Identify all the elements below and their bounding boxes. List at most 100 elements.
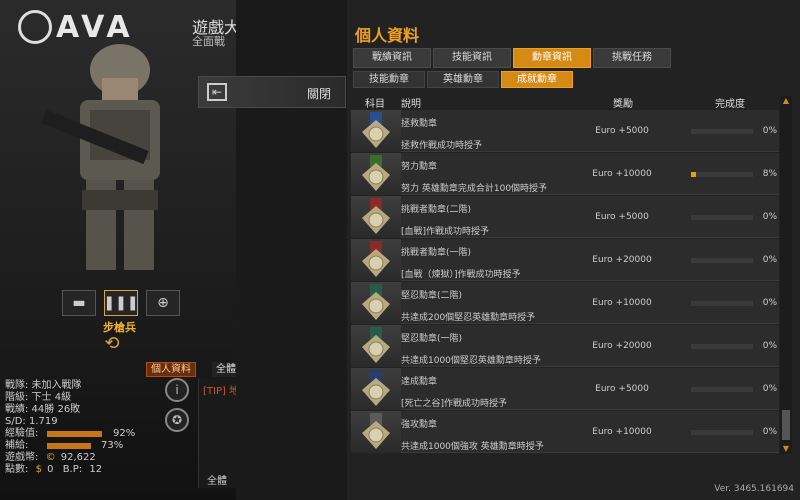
stat-money: 遊戲幣: © 92,622 <box>5 452 195 464</box>
supply-label: 補給: <box>5 440 29 451</box>
medal-row[interactable]: 達成勳章 [死亡之谷]作戰成功時授予 Euro +5000 0% <box>351 368 779 410</box>
side-icons: i ✪ <box>165 378 193 438</box>
scroll-up-icon[interactable]: ▲ <box>780 96 792 106</box>
medal-row[interactable]: 努力勳章 努力 英雄勳章完成合計100個時授予 Euro +10000 8% <box>351 153 779 195</box>
tab-profile[interactable]: 個人資料 <box>146 362 196 377</box>
medal-progress-bar <box>691 129 753 134</box>
subtab-skill-medals[interactable]: 技能勳章 <box>353 71 425 88</box>
medal-desc: 努力 英雄勳章完成合計100個時授予 <box>401 184 548 194</box>
header-progress: 完成度 <box>715 99 745 110</box>
version-label: Ver. 3465.161694 <box>714 484 794 494</box>
medal-desc: 共達成1000個強攻 英雄勳章時授予 <box>401 442 544 452</box>
exp-pct: 92% <box>113 428 136 439</box>
medal-icon[interactable]: ✪ <box>165 408 189 432</box>
stat-points: 點數: $ 0 B.P: 12 <box>5 464 195 476</box>
exit-icon: ⇤ <box>207 83 227 101</box>
medal-name: 強攻勳章 <box>401 420 438 430</box>
medal-image <box>351 196 401 238</box>
medal-reward: Euro +5000 <box>595 212 649 222</box>
crosshair-slot-icon[interactable]: ⊕ <box>146 290 180 316</box>
medal-desc: [血戰（煉獄）]作戰成功時授予 <box>401 270 521 280</box>
medal-reward: Euro +20000 <box>592 255 652 265</box>
medal-row[interactable]: 挑戰者勳章(一階) [血戰（煉獄）]作戰成功時授予 Euro +20000 0% <box>351 239 779 281</box>
medal-progress-fill <box>691 172 696 177</box>
tab-all[interactable]: 全體 <box>212 362 236 377</box>
pistol-slot-icon[interactable]: ▬ <box>62 290 96 316</box>
subtab-hero-medals[interactable]: 英雄勳章 <box>427 71 499 88</box>
scroll-down-icon[interactable]: ▼ <box>780 444 792 454</box>
medal-reward: Euro +20000 <box>592 341 652 351</box>
tip-all-button[interactable]: 全體 <box>207 472 227 487</box>
medal-reward: Euro +5000 <box>595 126 649 136</box>
medal-image <box>351 239 401 281</box>
tab-medals[interactable]: 勳章資訊 <box>513 48 591 68</box>
medal-reward: Euro +10000 <box>592 298 652 308</box>
game-lobby-area: AVA 遊戲大 全面戰 ▬ ❚❚❚ ⊕ 步槍兵 ⟲ 個人資料 全體 戰隊: 未加… <box>0 0 236 500</box>
bp-label: B.P: <box>62 464 83 475</box>
medal-progress-pct: 0% <box>762 341 777 351</box>
stat-supply: 補給: 73% <box>5 440 195 452</box>
medal-image <box>351 110 401 152</box>
medal-progress-bar <box>691 215 753 220</box>
header-item: 科目 <box>365 99 385 110</box>
medal-desc: [死亡之谷]作戰成功時授予 <box>401 399 508 409</box>
medal-progress-pct: 0% <box>762 126 777 136</box>
medal-progress-pct: 0% <box>762 427 777 437</box>
medal-image <box>351 282 401 324</box>
medal-name: 堅忍勳章(二階) <box>401 291 463 301</box>
tab-skills[interactable]: 技能資訊 <box>433 48 511 68</box>
medal-progress-bar <box>691 430 753 435</box>
medal-image <box>351 153 401 195</box>
scrollbar[interactable]: ▲ ▼ <box>780 96 792 454</box>
profile-panel: 個人資料 戰績資訊 技能資訊 勳章資訊 挑戰任務 技能勳章 英雄勳章 成就勳章 … <box>347 0 800 500</box>
medal-name: 挑戰者勳章(一階) <box>401 248 472 258</box>
coin-icon: © <box>45 452 56 463</box>
medal-name: 挑戰者勳章(二階) <box>401 205 472 215</box>
medal-progress-pct: 0% <box>762 255 777 265</box>
medal-icon <box>362 370 390 406</box>
medal-reward: Euro +10000 <box>592 427 652 437</box>
medal-reward: Euro +10000 <box>592 169 652 179</box>
points-icon: $ <box>35 464 42 475</box>
medal-row[interactable]: 挑戰者勳章(二階) [血戰]作戰成功時授予 Euro +5000 0% <box>351 196 779 238</box>
tab-record[interactable]: 戰績資訊 <box>353 48 431 68</box>
medal-desc: 共達成1000個堅忍英雄勳章時授予 <box>401 356 541 366</box>
soldier-character-image <box>41 44 160 270</box>
medal-row[interactable]: 堅忍勳章(一階) 共達成1000個堅忍英雄勳章時授予 Euro +20000 0% <box>351 325 779 367</box>
medal-progress-pct: 8% <box>762 169 777 179</box>
info-icon[interactable]: i <box>165 378 189 402</box>
medal-name: 堅忍勳章(一階) <box>401 334 463 344</box>
exp-label: 經驗值: <box>5 428 39 439</box>
supply-pct: 73% <box>101 440 124 451</box>
medal-icon <box>362 284 390 320</box>
medal-icon <box>362 198 390 234</box>
header-desc: 說明 <box>401 99 421 110</box>
medal-image <box>351 411 401 453</box>
money-value: 92,622 <box>60 452 96 463</box>
medal-list: 拯救勳章 拯救作戰成功時授予 Euro +5000 0% 努力勳章 努力 英雄勳章完成合計… <box>351 110 779 454</box>
scroll-thumb[interactable] <box>782 410 790 440</box>
ammo-slot-icon[interactable]: ❚❚❚ <box>103 290 139 316</box>
medal-name: 拯救勳章 <box>401 119 438 129</box>
tab-challenges[interactable]: 挑戰任務 <box>593 48 671 68</box>
medal-progress-pct: 0% <box>762 298 777 308</box>
close-label: 關閉 <box>306 87 331 101</box>
table-header: 科目 說明 獎勵 完成度 <box>355 95 785 110</box>
medal-progress-pct: 0% <box>762 212 777 222</box>
weapon-slots: ▬ ❚❚❚ ⊕ <box>62 290 182 316</box>
medal-row[interactable]: 堅忍勳章(二階) 共達成200個堅忍英雄勳章時授予 Euro +10000 0% <box>351 282 779 324</box>
medal-row[interactable]: 拯救勳章 拯救作戰成功時授予 Euro +5000 0% <box>351 110 779 152</box>
medal-progress-bar <box>691 344 753 349</box>
medal-image <box>351 368 401 410</box>
subtab-achievement-medals[interactable]: 成就勳章 <box>501 71 573 88</box>
medal-name: 達成勳章 <box>401 377 438 387</box>
bp-value: 12 <box>89 464 103 475</box>
left-tab-row: 個人資料 全體 <box>0 362 236 378</box>
close-button[interactable]: ⇤ 關閉 <box>198 76 346 108</box>
medal-icon <box>362 413 390 449</box>
switch-class-icon[interactable]: ⟲ <box>95 335 129 353</box>
medal-icon <box>362 327 390 363</box>
panel-title: 個人資料 <box>355 26 420 45</box>
medal-icon <box>362 112 390 148</box>
medal-row[interactable]: 強攻勳章共達成1000個強攻 英雄勳章時授予 Euro +10000 0% <box>351 411 779 453</box>
